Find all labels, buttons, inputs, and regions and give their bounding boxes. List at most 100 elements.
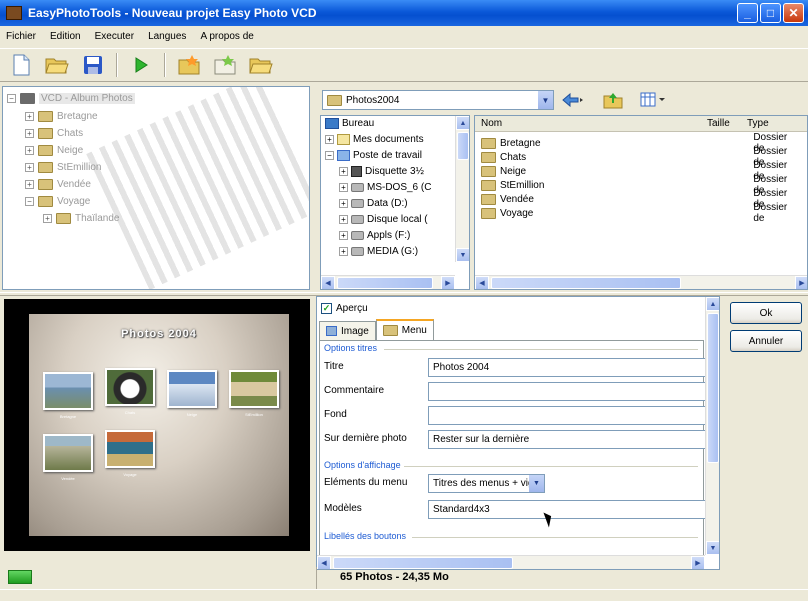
options-panel: ✓ Aperçu Image Menu Options titres Titre… [316, 296, 720, 570]
chevron-down-icon[interactable]: ▼ [529, 475, 544, 492]
models-label: Modèles [324, 503, 362, 514]
menu-elements-label: Eléments du menu [324, 477, 408, 488]
tree-item[interactable]: + Bretagne [25, 111, 98, 122]
chevron-down-icon[interactable]: ▼ [537, 91, 553, 109]
tab-menu[interactable]: Menu [375, 319, 434, 340]
menu-fichier[interactable]: Fichier [6, 31, 36, 42]
col-type[interactable]: Type [747, 118, 769, 129]
file-row[interactable]: Voyage Dossier de [481, 202, 801, 224]
folder-icon [38, 162, 53, 173]
thumbnail-caption: Neige [186, 412, 198, 417]
image-icon [326, 326, 337, 336]
title-bar: EasyPhotoTools - Nouveau projet Easy Pho… [0, 0, 808, 26]
thumbnail-caption: Chats [124, 410, 136, 415]
save-icon[interactable] [80, 52, 106, 78]
tree-sub-item[interactable]: + Thaïlande [43, 213, 119, 224]
checkbox-checked-icon[interactable]: ✓ [321, 303, 332, 314]
dir-item[interactable]: + MS-DOS_6 (C [339, 182, 431, 193]
folder-icon [38, 196, 53, 207]
back-icon[interactable] [560, 89, 586, 111]
album-tree: − VCD - Album Photos + Bretagne + Chats … [2, 86, 310, 290]
file-list-hscroll[interactable]: ◀ ▶ [475, 275, 807, 289]
add-folder-icon[interactable] [176, 52, 202, 78]
options-vscroll[interactable]: ▲ ▼ [705, 297, 719, 555]
thumbnail-caption: StEmillion [245, 412, 263, 417]
app-icon [6, 6, 22, 20]
dir-item[interactable]: Bureau [325, 118, 374, 129]
dir-item[interactable]: + Mes documents [325, 134, 424, 145]
dir-item[interactable]: − Poste de travail [325, 150, 422, 161]
background-field[interactable] [428, 406, 714, 425]
dir-item[interactable]: + Disque local ( [339, 214, 428, 225]
tree-root-label[interactable]: VCD - Album Photos [39, 93, 135, 104]
group-titles-label: Options titres [324, 343, 378, 353]
maximize-button[interactable]: □ [760, 3, 781, 23]
folder-icon [327, 94, 342, 106]
dir-item[interactable]: + Disquette 3½ [339, 166, 424, 177]
dir-tree-hscroll[interactable]: ◀ ▶ [321, 275, 455, 289]
menu-langues[interactable]: Langues [148, 31, 186, 42]
tree-item[interactable]: + Vendée [25, 179, 91, 190]
computer-icon [337, 150, 350, 161]
menu-apropos[interactable]: A propos de [200, 31, 253, 42]
status-text: 65 Photos - 24,35 Mo [340, 571, 449, 583]
thumbnail-caption: Vendée [61, 476, 75, 481]
thumbnail [105, 368, 155, 406]
file-list-header: Nom Taille Type [475, 116, 807, 132]
folder-icon [38, 111, 53, 122]
cancel-button[interactable]: Annuler [730, 330, 802, 352]
drive-icon [351, 231, 364, 240]
menu-edition[interactable]: Edition [50, 31, 81, 42]
drive-icon [351, 199, 364, 208]
thumbnail-caption: Bretagne [59, 414, 77, 419]
tree-item[interactable]: + Chats [25, 128, 83, 139]
folder-icon [56, 213, 71, 224]
menu-elements-select[interactable]: Titres des menus + vignet ▼ [428, 474, 545, 493]
tree-item[interactable]: − Voyage [25, 196, 90, 207]
close-button[interactable]: ✕ [783, 3, 804, 23]
folder-icon [38, 145, 53, 156]
col-size[interactable]: Taille [707, 118, 730, 129]
dir-tree-vscroll[interactable]: ▲ ▼ [455, 116, 469, 262]
desktop-icon [325, 118, 339, 129]
browser-nav [560, 89, 666, 111]
preview-title: Photos 2004 [121, 328, 197, 340]
folder-up-icon[interactable] [600, 89, 626, 111]
title-field[interactable]: Photos 2004 [428, 358, 714, 377]
preview-checkbox[interactable]: ✓ Aperçu [321, 303, 368, 314]
window-title: EasyPhotoTools - Nouveau projet Easy Pho… [28, 6, 317, 20]
new-document-icon[interactable] [8, 52, 34, 78]
directory-tree: Bureau + Mes documents − Poste de travai… [320, 115, 470, 290]
thumbnail [105, 430, 155, 468]
open-folder-icon[interactable] [248, 52, 274, 78]
ok-button[interactable]: Ok [730, 302, 802, 324]
dir-item[interactable]: + MEDIA (G:) [339, 246, 418, 257]
menu-tab-body: Options titres Titre Photos 2004 Comment… [319, 340, 714, 562]
dir-item[interactable]: + Appls (F:) [339, 230, 410, 241]
title-label: Titre [324, 361, 344, 372]
thumbnail [43, 372, 93, 410]
comment-label: Commentaire [324, 385, 385, 396]
menu-preview: Photos 2004 Bretagne Chats Neige StEmill… [4, 299, 310, 551]
collapse-toggle[interactable]: − [7, 94, 16, 103]
remove-folder-icon[interactable] [212, 52, 238, 78]
col-name[interactable]: Nom [481, 118, 502, 129]
tree-item[interactable]: + Neige [25, 145, 83, 156]
view-options-icon[interactable] [640, 89, 666, 111]
tab-image[interactable]: Image [319, 321, 376, 340]
minimize-button[interactable]: _ [737, 3, 758, 23]
drive-icon [351, 247, 364, 256]
models-field[interactable]: Standard4x3 [428, 500, 714, 519]
dir-item[interactable]: + Data (D:) [339, 198, 408, 209]
menu-executer[interactable]: Executer [95, 31, 134, 42]
path-combo[interactable]: Photos2004 ▼ [322, 90, 554, 110]
group-display-label: Options d'affichage [324, 460, 401, 470]
last-photo-field[interactable]: Rester sur la dernière [428, 430, 714, 449]
open-folder-icon[interactable] [44, 52, 70, 78]
folder-icon [38, 179, 53, 190]
run-icon[interactable] [128, 52, 154, 78]
drive-icon [351, 183, 364, 192]
comment-field[interactable] [428, 382, 714, 401]
thumbnail [167, 370, 217, 408]
tree-item[interactable]: + StEmillion [25, 162, 101, 173]
